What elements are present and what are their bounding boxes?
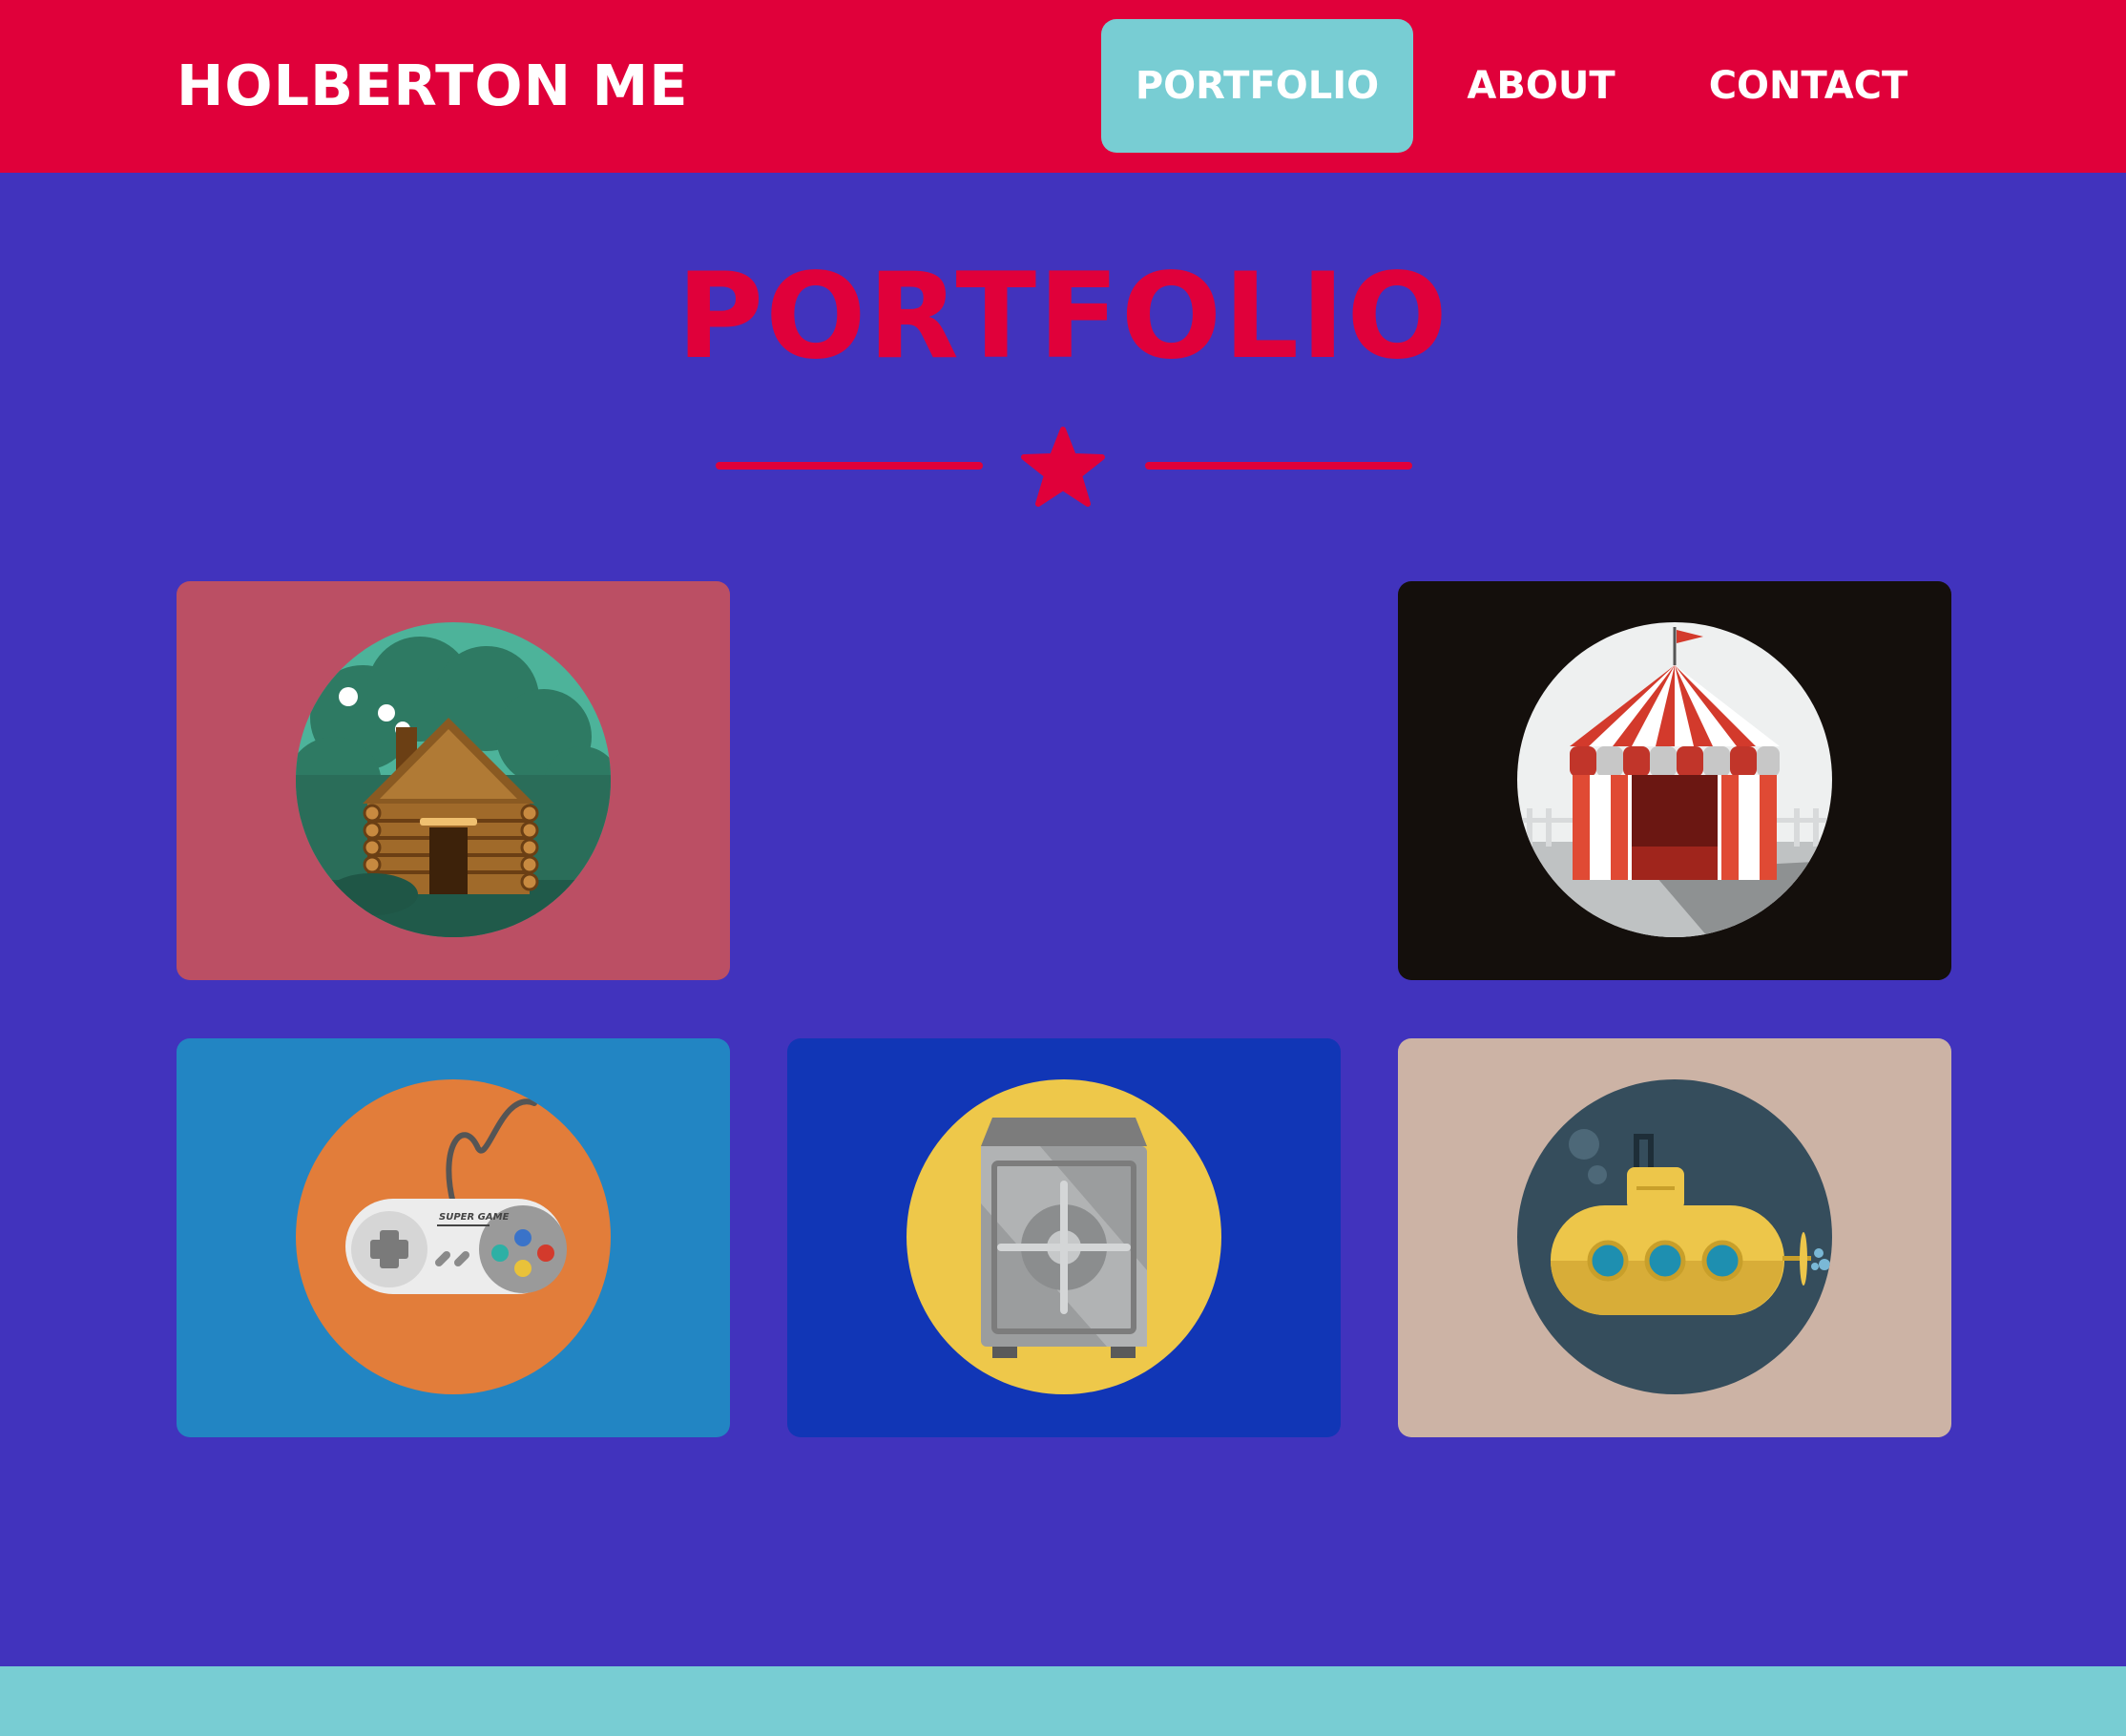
portfolio-card-safe[interactable]	[787, 1038, 1341, 1437]
portfolio-card-game-controller[interactable]: SUPER GAME	[177, 1038, 730, 1437]
portfolio-heading: PORTFOLIO	[677, 248, 1449, 386]
circus-tent-icon	[1517, 622, 1832, 937]
game-controller-icon: SUPER GAME	[296, 1079, 611, 1394]
nav-contact-link[interactable]: CONTACT	[1679, 19, 1937, 153]
page-footer	[0, 1666, 2126, 1736]
log-cabin-icon	[296, 622, 611, 937]
divider-line-right	[1145, 462, 1412, 470]
safe-icon	[907, 1079, 1221, 1394]
brand-logo[interactable]: HOLBERTON ME	[177, 53, 689, 118]
divider-line-left	[716, 462, 983, 470]
submarine-icon	[1517, 1079, 1832, 1394]
portfolio-card-log-cabin[interactable]	[177, 581, 730, 980]
portfolio-card-circus-tent[interactable]	[1398, 581, 1951, 980]
controller-brand-label: SUPER GAME	[439, 1212, 510, 1223]
nav-portfolio-link[interactable]: PORTFOLIO	[1101, 19, 1413, 153]
star-icon	[1021, 427, 1105, 507]
top-navbar: HOLBERTON ME PORTFOLIO ABOUT CONTACT	[0, 0, 2126, 173]
portfolio-card-submarine[interactable]	[1398, 1038, 1951, 1437]
nav-about-link[interactable]: ABOUT	[1441, 19, 1641, 153]
